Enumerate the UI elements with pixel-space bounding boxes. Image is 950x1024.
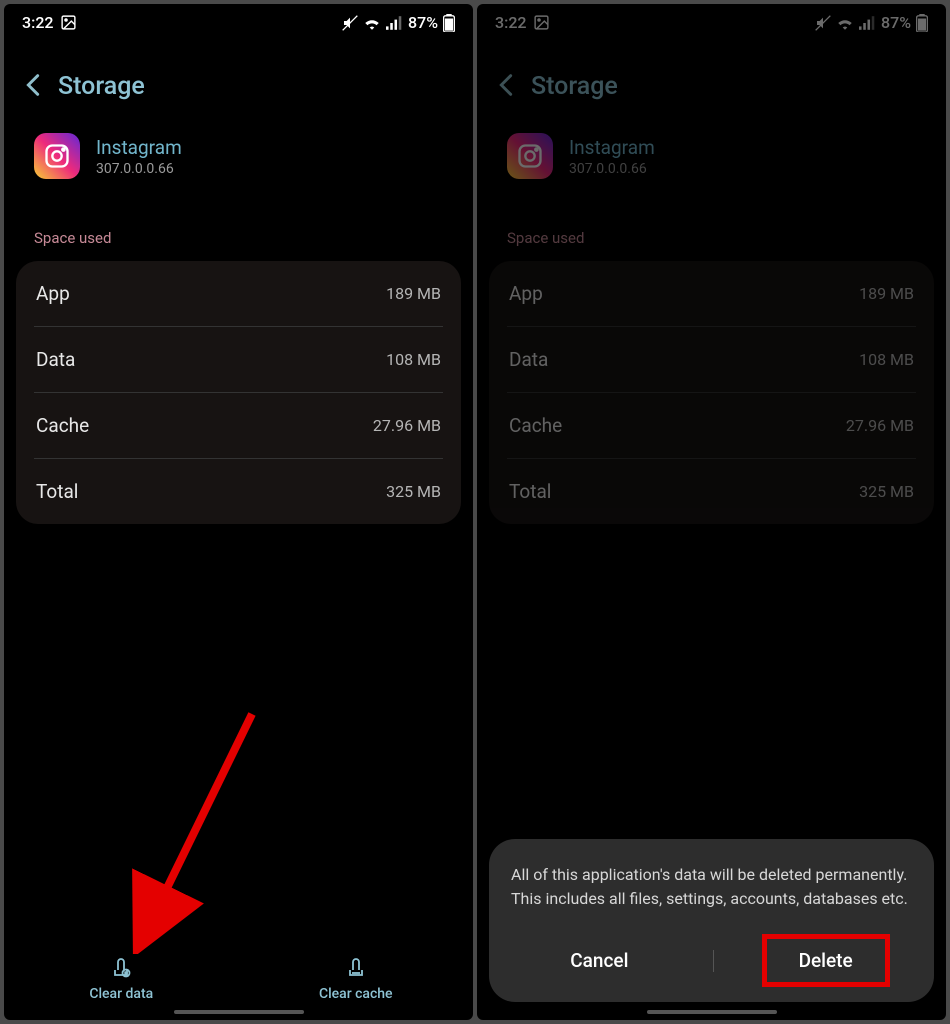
- nav-handle[interactable]: [174, 1010, 304, 1014]
- row-app: App 189 MB: [34, 261, 443, 327]
- page-header: Storage: [4, 36, 473, 119]
- dialog-message: All of this application's data will be d…: [511, 863, 912, 911]
- instagram-app-icon: [507, 133, 553, 179]
- mute-icon: [342, 15, 358, 31]
- page-header: Storage: [477, 36, 946, 119]
- nav-handle[interactable]: [647, 1010, 777, 1014]
- app-name: Instagram: [96, 136, 182, 159]
- storage-card: App 189 MB Data 108 MB Cache 27.96 MB To…: [489, 261, 934, 524]
- signal-icon: [859, 16, 876, 30]
- section-space-used: Space used: [477, 199, 946, 257]
- bottom-actions: Clear data Clear cache: [4, 946, 473, 1020]
- app-info: Instagram 307.0.0.0.66: [477, 119, 946, 199]
- battery-icon: [916, 14, 928, 32]
- row-total: Total 325 MB: [507, 459, 916, 524]
- status-bar: 3:22 87%: [4, 4, 473, 36]
- app-name: Instagram: [569, 136, 655, 159]
- back-icon[interactable]: [499, 73, 513, 101]
- row-cache: Cache 27.96 MB: [507, 393, 916, 459]
- instagram-app-icon: [34, 133, 80, 179]
- clock: 3:22: [22, 13, 54, 32]
- row-data: Data 108 MB: [34, 327, 443, 393]
- picture-icon: [60, 14, 77, 31]
- row-total: Total 325 MB: [34, 459, 443, 524]
- confirm-dialog: All of this application's data will be d…: [489, 839, 934, 1002]
- battery-icon: [443, 14, 455, 32]
- wifi-icon: [836, 16, 854, 30]
- picture-icon: [533, 14, 550, 31]
- clock: 3:22: [495, 13, 527, 32]
- app-info: Instagram 307.0.0.0.66: [4, 119, 473, 199]
- mute-icon: [815, 15, 831, 31]
- clear-cache-button[interactable]: Clear cache: [239, 956, 474, 1002]
- clear-data-icon: [109, 956, 133, 980]
- row-data: Data 108 MB: [507, 327, 916, 393]
- status-bar: 3:22 87%: [477, 4, 946, 36]
- app-version: 307.0.0.0.66: [569, 161, 655, 177]
- clear-data-button[interactable]: Clear data: [4, 956, 239, 1002]
- screen-storage-dialog: 3:22 87% Storage: [477, 4, 946, 1020]
- storage-card: App 189 MB Data 108 MB Cache 27.96 MB To…: [16, 261, 461, 524]
- page-title: Storage: [531, 72, 618, 101]
- clear-cache-icon: [344, 956, 368, 980]
- delete-button[interactable]: Delete: [765, 937, 887, 984]
- app-version: 307.0.0.0.66: [96, 161, 182, 177]
- row-cache: Cache 27.96 MB: [34, 393, 443, 459]
- screen-storage: 3:22 87%: [4, 4, 473, 1020]
- divider: [713, 950, 714, 972]
- battery-pct: 87%: [881, 13, 911, 32]
- cancel-button[interactable]: Cancel: [536, 937, 662, 984]
- row-app: App 189 MB: [507, 261, 916, 327]
- battery-pct: 87%: [408, 13, 438, 32]
- signal-icon: [386, 16, 403, 30]
- section-space-used: Space used: [4, 199, 473, 257]
- page-title: Storage: [58, 72, 145, 101]
- back-icon[interactable]: [26, 73, 40, 101]
- wifi-icon: [363, 16, 381, 30]
